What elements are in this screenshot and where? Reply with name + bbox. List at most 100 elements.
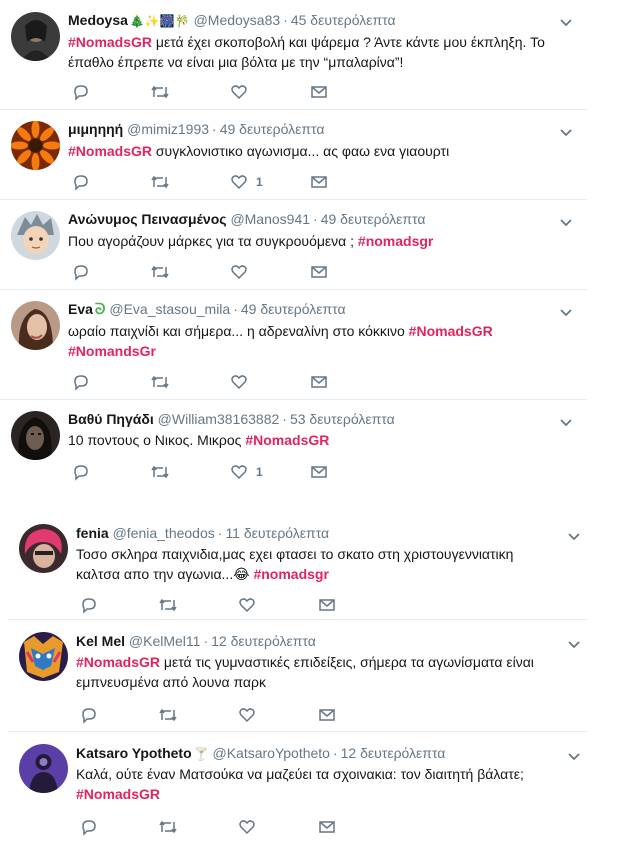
hashtag-link[interactable]: #NomadsGR xyxy=(245,432,329,448)
reply-button[interactable] xyxy=(80,818,98,836)
like-button[interactable] xyxy=(230,83,256,101)
tweet[interactable]: Ανώνυμος Πεινασμένος @Manos941 · 49 δευτερ… xyxy=(0,200,587,290)
dm-button[interactable] xyxy=(318,706,336,724)
chevron-down-icon[interactable] xyxy=(567,637,581,651)
display-name[interactable]: Katsaro Ypotheto xyxy=(76,745,192,761)
reply-button[interactable] xyxy=(72,373,90,391)
reply-icon xyxy=(82,820,96,836)
chevron-down-icon[interactable] xyxy=(559,305,573,319)
display-name[interactable]: Βαθύ Πηγάδι xyxy=(68,411,154,427)
hashtag-link[interactable]: #NomandsGr xyxy=(68,343,156,359)
retweet-button[interactable] xyxy=(158,818,178,836)
user-handle[interactable]: @fenia_theodos xyxy=(113,525,215,541)
avatar[interactable] xyxy=(11,12,60,61)
retweet-icon xyxy=(151,175,169,189)
timestamp[interactable]: 45 δευτερόλεπτα xyxy=(291,12,396,28)
retweet-button[interactable] xyxy=(150,373,170,391)
envelope-icon xyxy=(319,709,335,721)
user-handle[interactable]: @William38163882 xyxy=(158,411,280,427)
display-name[interactable]: Kel Mel xyxy=(76,633,125,649)
like-count: 1 xyxy=(256,175,263,189)
name-emoji: ᘐ xyxy=(94,301,106,318)
tweet[interactable]: Βαθύ Πηγάδι @William38163882 · 53 δευτερόλ… xyxy=(0,400,587,490)
retweet-button[interactable] xyxy=(150,463,170,481)
tweet-header: Ανώνυμος Πεινασμένος @Manos941 · 49 δευτερ… xyxy=(68,211,426,227)
dm-button[interactable] xyxy=(310,173,328,191)
like-button[interactable] xyxy=(238,596,264,614)
retweet-button[interactable] xyxy=(158,706,178,724)
avatar[interactable] xyxy=(19,632,68,681)
timestamp[interactable]: 11 δευτερόλεπτα xyxy=(225,525,329,541)
dm-button[interactable] xyxy=(318,596,336,614)
like-button[interactable] xyxy=(238,706,264,724)
dm-button[interactable] xyxy=(318,818,336,836)
display-name[interactable]: μιμηηηή xyxy=(68,121,123,137)
chevron-down-icon[interactable] xyxy=(567,529,581,543)
timestamp[interactable]: 12 δευτερόλεπτα xyxy=(211,633,316,649)
chevron-down-icon[interactable] xyxy=(567,749,581,763)
display-name[interactable]: Ανώνυμος Πεινασμένος xyxy=(68,211,227,227)
dm-button[interactable] xyxy=(310,463,328,481)
timestamp[interactable]: 49 δευτερόλεπτα xyxy=(220,121,325,137)
reply-button[interactable] xyxy=(72,173,90,191)
chevron-down-icon[interactable] xyxy=(559,15,573,29)
retweet-button[interactable] xyxy=(150,83,170,101)
reply-button[interactable] xyxy=(72,463,90,481)
reply-button[interactable] xyxy=(72,83,90,101)
tweet[interactable]: fenia @fenia_theodos · 11 δευτερόλεπτα Τοσ… xyxy=(8,510,587,620)
display-name[interactable]: Eva xyxy=(68,301,93,317)
timestamp[interactable]: 53 δευτερόλεπτα xyxy=(290,411,395,427)
retweet-icon xyxy=(159,708,177,722)
timestamp[interactable]: 49 δευτερόλεπτα xyxy=(321,211,426,227)
hashtag-link[interactable]: #NomadsGR xyxy=(409,323,493,339)
user-handle[interactable]: @mimiz1993 xyxy=(127,121,209,137)
timestamp[interactable]: 49 δευτερόλεπτα xyxy=(241,301,346,317)
tweet[interactable]: Eva ᘐ @Eva_stasou_mila · 49 δευτερόλεπτα ωρ… xyxy=(0,290,587,400)
dm-button[interactable] xyxy=(310,263,328,281)
tweet[interactable]: μιμηηηή @mimiz1993 · 49 δευτερόλεπτα #Noma… xyxy=(0,110,587,200)
tweet[interactable]: Katsaro Ypotheto 🍸 @KatsaroYpotheto · 12 δε… xyxy=(8,732,587,842)
hashtag-link[interactable]: #NomadsGR xyxy=(76,786,160,802)
chevron-down-icon[interactable] xyxy=(559,125,573,139)
user-handle[interactable]: @Medoysa83 xyxy=(194,12,281,28)
avatar[interactable] xyxy=(19,744,68,793)
avatar[interactable] xyxy=(19,524,68,573)
display-name[interactable]: fenia xyxy=(76,525,109,541)
user-handle[interactable]: @Manos941 xyxy=(230,211,310,227)
avatar[interactable] xyxy=(11,211,60,260)
hashtag-link[interactable]: #NomadsGR xyxy=(68,143,152,159)
chevron-down-icon[interactable] xyxy=(559,415,573,429)
chevron-down-icon[interactable] xyxy=(559,215,573,229)
like-button[interactable] xyxy=(238,818,264,836)
retweet-button[interactable] xyxy=(158,596,178,614)
display-name[interactable]: Medoysa xyxy=(68,12,128,28)
like-button[interactable]: 1 xyxy=(230,173,263,191)
reply-button[interactable] xyxy=(72,263,90,281)
heart-icon xyxy=(239,598,255,613)
reply-button[interactable] xyxy=(80,596,98,614)
user-handle[interactable]: @KelMel11 xyxy=(129,633,201,649)
hashtag-link[interactable]: #NomadsGR xyxy=(76,654,160,670)
user-handle[interactable]: @KatsaroYpotheto xyxy=(213,745,330,761)
hashtag-link[interactable]: #nomadsgr xyxy=(358,233,433,249)
hashtag-link[interactable]: #NomadsGR xyxy=(68,34,152,50)
retweet-button[interactable] xyxy=(150,263,170,281)
reply-icon xyxy=(82,708,96,724)
dm-button[interactable] xyxy=(310,373,328,391)
hashtag-link[interactable]: #nomadsgr xyxy=(253,566,328,582)
envelope-icon xyxy=(311,266,327,278)
like-button[interactable]: 1 xyxy=(230,463,263,481)
tweet[interactable]: Kel Mel @KelMel11 · 12 δευτερόλεπτα #Nomad… xyxy=(8,620,587,732)
like-button[interactable] xyxy=(230,263,256,281)
tweet[interactable]: Medoysa 🎄✨🎆🎋 @Medoysa83 · 45 δευτερόλεπτα #… xyxy=(0,0,587,110)
avatar[interactable] xyxy=(11,301,60,350)
tweet-actions: 1 xyxy=(72,463,342,481)
avatar[interactable] xyxy=(11,121,60,170)
avatar[interactable] xyxy=(11,411,60,460)
user-handle[interactable]: @Eva_stasou_mila xyxy=(109,301,230,317)
dm-button[interactable] xyxy=(310,83,328,101)
like-button[interactable] xyxy=(230,373,256,391)
timestamp[interactable]: 12 δευτερόλεπτα xyxy=(341,745,446,761)
retweet-button[interactable] xyxy=(150,173,170,191)
reply-button[interactable] xyxy=(80,706,98,724)
